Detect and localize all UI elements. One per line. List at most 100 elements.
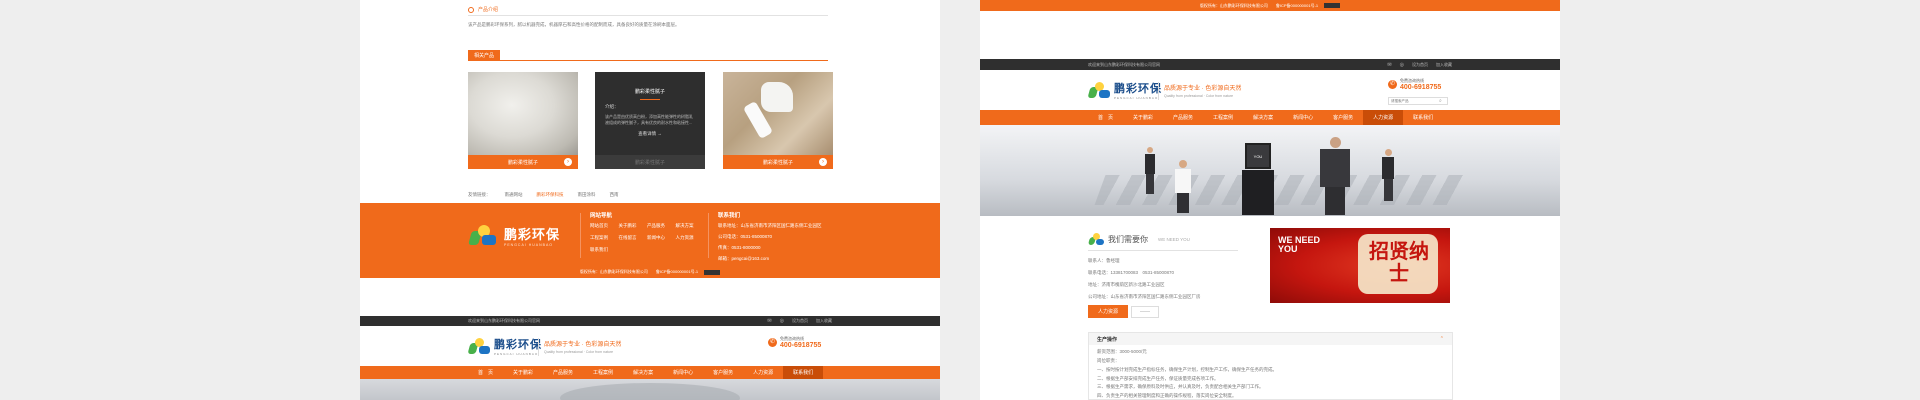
footer-logo-sub: PENGCAI HUANBAO: [504, 242, 554, 247]
footer-nav-link[interactable]: 联系我们: [590, 247, 615, 253]
header: 鹏彩环保 PENGCAI HUANBAO 品质源于专业 · 色彩源自天然 Qua…: [980, 70, 1560, 110]
right-panel: 版权所有：山东鹏彩环保科技有限公司 鲁ICP备000000001号-1 欢迎来到…: [980, 0, 1560, 400]
logo-icon: [468, 223, 498, 247]
search-input[interactable]: [1389, 98, 1439, 104]
tab-other[interactable]: ——: [1131, 305, 1160, 318]
poster-en: WE NEED YOU: [1278, 235, 1321, 255]
job-tabs: 人力资源 ——: [1088, 305, 1160, 318]
footer-nav-link[interactable]: 在线留言: [619, 235, 644, 241]
nav-news[interactable]: 新闻中心: [663, 366, 703, 379]
product-card[interactable]: 鹏彩柔性腻子 ›: [723, 72, 833, 169]
phone-icon: ✆: [768, 338, 777, 347]
weibo-icon[interactable]: ◎: [780, 318, 784, 324]
footer-contact: 联系地址：山东省济南市济阳区国仁路东侧工业园区 公司电话：0531-850008…: [718, 223, 822, 262]
product-card-intro: 介绍：: [605, 104, 619, 109]
recruit-poster: WE NEED YOU 招贤纳士: [1270, 228, 1450, 303]
job-line: 薪资范围：3000-5000/元: [1097, 349, 1147, 354]
product-card-hover[interactable]: 鹏彩柔性腻子 介绍： 该产品是由优质高白粉，添加高性能弹性的树脂乳液组成的弹性腻…: [595, 72, 705, 169]
friend-link[interactable]: 鹏彩环保科技: [537, 192, 564, 198]
nav-news[interactable]: 新闻中心: [1283, 110, 1323, 125]
nav-products[interactable]: 产品服务: [1163, 110, 1203, 125]
tab-hr[interactable]: 人力资源: [1088, 305, 1129, 318]
footer-logo-text: 鹏彩环保: [504, 226, 561, 242]
nav-solutions[interactable]: 解决方案: [623, 366, 663, 379]
footer-nav-link[interactable]: 工程案例: [590, 235, 615, 241]
footer-nav-title: 网站导航: [590, 213, 613, 219]
product-image: [723, 72, 833, 155]
nav-contact[interactable]: 联系我们: [1403, 110, 1443, 125]
footer-logo: 鹏彩环保 PENGCAI HUANBAO: [468, 223, 560, 247]
footer-badge: [1324, 3, 1341, 8]
footer-nav-link[interactable]: 产品服务: [647, 223, 672, 229]
nav-home[interactable]: 首 页: [468, 366, 503, 379]
nav-contact[interactable]: 联系我们: [783, 366, 824, 379]
footer-nav-link[interactable]: 新闻中心: [647, 235, 672, 241]
set-home-link[interactable]: 设为首页: [1412, 62, 1428, 68]
contact-line: 传真：0531-8000000: [718, 245, 761, 250]
footer-nav-link[interactable]: 关于鹏彩: [619, 223, 644, 229]
hero-banner: [360, 379, 940, 400]
nav-solutions[interactable]: 解决方案: [1243, 110, 1283, 125]
search-icon[interactable]: ⌕: [1439, 98, 1442, 104]
job-line: 三、根据生产需求，确保原料及时供应，并认真及时，负责配合相关生产部门工作。: [1097, 384, 1264, 390]
welcome-text: 欢迎来到山东鹏彩环保科技有限公司官网: [1088, 61, 1160, 67]
phone-icon: ✆: [1388, 80, 1397, 89]
product-label: 鹏彩柔性腻子: [507, 159, 538, 166]
nav-hr[interactable]: 人力资源: [1363, 110, 1404, 125]
target-icon: [468, 6, 474, 13]
favorite-link[interactable]: 加入收藏: [1436, 62, 1452, 68]
nav-service[interactable]: 客户服务: [703, 366, 743, 379]
weibo-icon[interactable]: ◎: [1400, 62, 1404, 68]
friend-links: 友情链接： 南通网站 鹏彩环保科技 南田涂料 西南: [468, 192, 619, 198]
set-home-link[interactable]: 设为首页: [792, 318, 808, 324]
weixin-icon[interactable]: ✉: [767, 318, 771, 324]
arrow-right-icon[interactable]: ›: [564, 158, 572, 166]
person-figure: [1175, 160, 1191, 215]
product-card-desc: 该产品是由优质高白粉，添加高性能弹性的树脂乳液组成的弹性腻子，具有优良的耐水性和…: [605, 114, 693, 125]
logo-text: 鹏彩环保: [1114, 83, 1162, 95]
logo-sub: PENGCAI HUANBAO: [1114, 96, 1159, 100]
hotline: ✆ 免费咨询热线 400-6918755: [1388, 78, 1441, 91]
product-card-more[interactable]: 查看详情 →: [595, 131, 705, 137]
friend-link[interactable]: 南通网站: [505, 192, 523, 198]
footer-copyright: 版权所有：山东鹏彩环保科技有限公司 鲁ICP备000000001号-1: [579, 269, 699, 274]
nav-about[interactable]: 关于鹏彩: [503, 366, 543, 379]
nav-products[interactable]: 产品服务: [543, 366, 583, 379]
need-info: 联系人：鲁经理 联系电话：13381700083 0531-85000870 地…: [1088, 258, 1201, 299]
top-bar: 欢迎来到山东鹏彩环保科技有限公司官网 ✉ ◎ 设为首页 加入收藏: [980, 59, 1560, 70]
header-logo[interactable]: 鹏彩环保 PENGCAI HUANBAO: [1087, 80, 1162, 100]
footer-nav-link[interactable]: 解决方案: [676, 223, 701, 229]
search-box[interactable]: ⌕: [1388, 97, 1448, 105]
product-label: 鹏彩柔性腻子: [634, 159, 665, 166]
footer-nav-link[interactable]: 网站首页: [590, 223, 615, 229]
header-logo[interactable]: 鹏彩环保 PENGCAI HUANBAO: [467, 336, 542, 356]
job-line: 一、按时按计划完成生产指标任务，确保生产计划，控制生产工作，确保生产任务的完成。: [1097, 366, 1277, 372]
nav-cases[interactable]: 工程案例: [583, 366, 623, 379]
logo-text: 鹏彩环保: [494, 339, 542, 351]
arrow-right-icon[interactable]: ›: [819, 158, 827, 166]
friend-links-label: 友情链接：: [468, 192, 491, 197]
product-image: [468, 72, 578, 155]
product-card-title: 鹏彩柔性腻子: [634, 89, 665, 95]
nav-home[interactable]: 首 页: [1088, 110, 1123, 125]
nav-about[interactable]: 关于鹏彩: [1123, 110, 1163, 125]
chevron-up-icon[interactable]: ⌃: [1440, 336, 1444, 342]
job-title: 生产操作: [1097, 336, 1118, 343]
left-panel: 产品介绍 该产品是鹏彩环保系列，腻以机器完成，机器厚石和高性价格的配制而成，具备…: [360, 0, 940, 400]
person-figure: [1320, 137, 1350, 216]
section-title: 产品介绍: [478, 7, 499, 13]
footer-copyright-bar: 版权所有：山东鹏彩环保科技有限公司 鲁ICP备000000001号-1: [360, 266, 940, 278]
product-card[interactable]: 鹏彩柔性腻子 ›: [468, 72, 578, 169]
job-line: 四、负责生产的相关管理制度和正确的操作规程，落实岗位安全制度。: [1097, 393, 1237, 399]
top-copyright-bar: 版权所有：山东鹏彩环保科技有限公司 鲁ICP备000000001号-1: [980, 0, 1560, 11]
footer-nav: 网站首页 关于鹏彩 产品服务 解决方案 工程案例 在线留言 新闻中心 人力资源 …: [590, 223, 700, 253]
friend-link[interactable]: 南田涂料: [578, 192, 596, 198]
footer-nav-link[interactable]: 人力资源: [676, 235, 701, 241]
weixin-icon[interactable]: ✉: [1387, 62, 1391, 68]
nav-hr[interactable]: 人力资源: [743, 366, 783, 379]
nav-service[interactable]: 客户服务: [1323, 110, 1363, 125]
person-figure: [1382, 149, 1394, 204]
favorite-link[interactable]: 加入收藏: [816, 318, 832, 324]
nav-cases[interactable]: 工程案例: [1203, 110, 1243, 125]
friend-link[interactable]: 西南: [610, 192, 619, 198]
